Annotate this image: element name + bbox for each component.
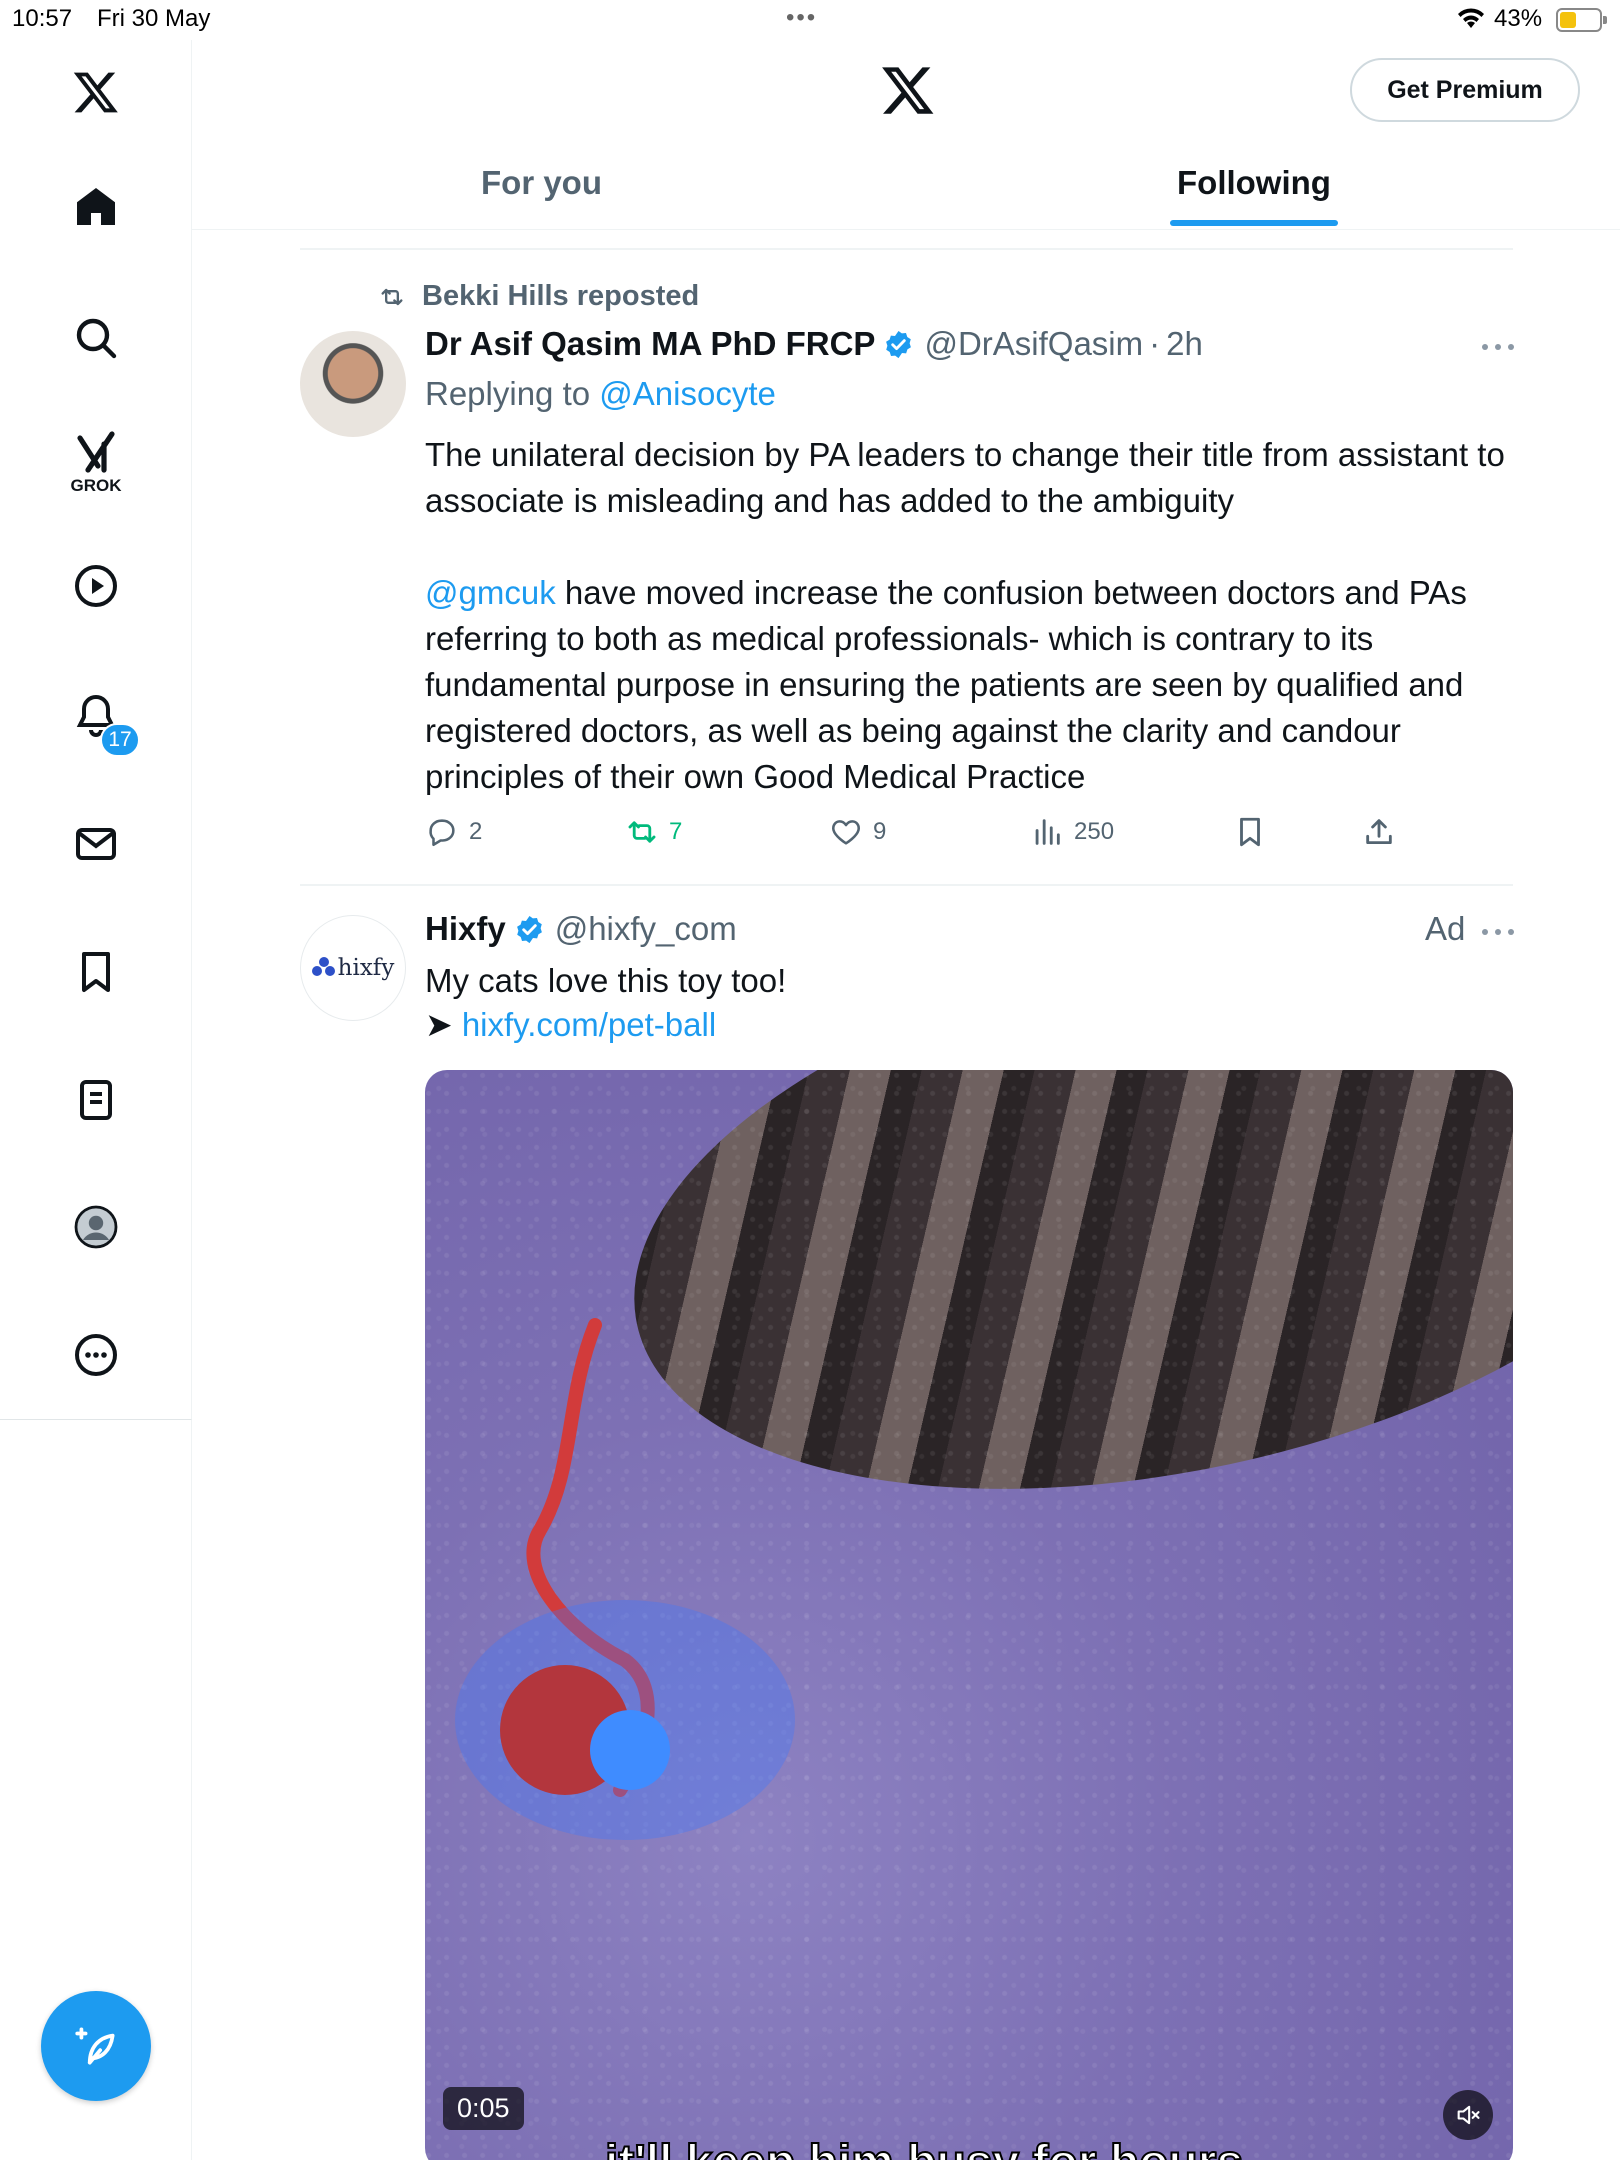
tweet-author-row: Hixfy @hixfy_com bbox=[425, 910, 737, 948]
repost-button[interactable]: 7 bbox=[625, 815, 682, 849]
battery-percentage: 43% bbox=[1494, 5, 1543, 32]
tweet-author-row: Dr Asif Qasim MA PhD FRCP @DrAsifQasim ·… bbox=[425, 325, 1203, 363]
video-caption: it'll keep him busy for hours bbox=[604, 2135, 1244, 2160]
sidebar-divider bbox=[191, 1420, 192, 2160]
share-icon bbox=[1366, 819, 1392, 845]
home-icon[interactable] bbox=[66, 177, 126, 237]
like-button[interactable]: 9 bbox=[829, 815, 886, 849]
tweet-text-body: have moved increase the confusion betwee… bbox=[425, 574, 1476, 795]
replying-to-label: Replying to bbox=[425, 375, 591, 412]
x-header-logo-icon[interactable] bbox=[879, 62, 937, 118]
tweet-text-paragraph-2: @gmcuk have moved increase the confusion… bbox=[425, 570, 1515, 800]
tab-for-you[interactable]: For you bbox=[481, 150, 602, 230]
heart-icon bbox=[832, 820, 860, 845]
hixfy-logo-icon bbox=[311, 957, 336, 979]
status-time: 10:57 bbox=[12, 5, 73, 32]
more-circle-icon[interactable] bbox=[66, 1325, 126, 1385]
views-button[interactable]: 250 bbox=[1030, 815, 1114, 849]
like-count: 9 bbox=[873, 818, 887, 845]
reply-count: 2 bbox=[469, 818, 483, 845]
video-play-icon[interactable] bbox=[66, 556, 126, 616]
repost-icon bbox=[381, 288, 403, 305]
ad-link-row: ➤ hixfy.com/pet-ball bbox=[425, 1005, 716, 1044]
reply-icon bbox=[429, 819, 455, 847]
tab-following[interactable]: Following bbox=[1177, 150, 1331, 230]
video-player[interactable]: 0:05 it'll keep him busy for hours bbox=[425, 1070, 1513, 2160]
bookmark-icon bbox=[1240, 817, 1260, 847]
compose-button[interactable] bbox=[41, 1991, 151, 2101]
messages-envelope-icon[interactable] bbox=[66, 814, 126, 874]
bookmarks-icon[interactable] bbox=[66, 942, 126, 1002]
repost-indicator: Bekki Hills reposted bbox=[376, 280, 699, 313]
tweet-text: My cats love this toy too! bbox=[425, 962, 787, 999]
battery-icon bbox=[1556, 8, 1607, 32]
separator-dot: · bbox=[1149, 325, 1161, 362]
x-logo-icon[interactable] bbox=[66, 62, 126, 122]
active-tab-indicator bbox=[1170, 220, 1338, 226]
compose-feather-icon bbox=[75, 2027, 115, 2065]
verified-badge-icon bbox=[516, 915, 542, 943]
author-name[interactable]: Hixfy bbox=[425, 910, 506, 948]
author-handle[interactable]: @hixfy_com bbox=[555, 910, 737, 948]
tweet-time[interactable]: 2h bbox=[1166, 325, 1203, 363]
profile-icon[interactable] bbox=[66, 1197, 126, 1257]
mention-link[interactable]: @gmcuk bbox=[425, 574, 556, 611]
replying-to-link[interactable]: @Anisocyte bbox=[599, 375, 776, 412]
ad-url-link[interactable]: hixfy.com/pet-ball bbox=[462, 1006, 716, 1043]
ad-label: Ad bbox=[1425, 910, 1466, 947]
repost-by-label: Bekki Hills reposted bbox=[422, 280, 700, 312]
mute-speaker-icon bbox=[1457, 2105, 1480, 2125]
views-chart-icon bbox=[1035, 819, 1060, 845]
repost-count: 7 bbox=[669, 818, 683, 845]
mute-button[interactable] bbox=[1443, 2090, 1493, 2140]
get-premium-button[interactable]: Get Premium bbox=[1350, 58, 1580, 122]
wifi-icon bbox=[1456, 6, 1486, 37]
status-date: Fri 30 May bbox=[97, 5, 211, 32]
author-name[interactable]: Dr Asif Qasim MA PhD FRCP bbox=[425, 325, 875, 363]
feed-divider bbox=[300, 884, 1513, 886]
view-count: 250 bbox=[1074, 818, 1115, 845]
video-time: 0:05 bbox=[443, 2087, 524, 2130]
arrow-icon: ➤ bbox=[425, 1006, 462, 1043]
reply-button[interactable]: 2 bbox=[425, 815, 482, 849]
author-handle[interactable]: @DrAsifQasim bbox=[924, 325, 1143, 363]
notification-count-badge: 17 bbox=[100, 723, 140, 757]
share-button[interactable] bbox=[1362, 815, 1396, 849]
avatar-logo-text: hixfy bbox=[337, 955, 395, 981]
avatar[interactable]: hixfy bbox=[300, 915, 406, 1021]
tweet-text: The unilateral decision by PA leaders to… bbox=[425, 436, 1514, 519]
status-bar: 10:57 Fri 30 May ••• 43% bbox=[0, 0, 1620, 40]
search-icon[interactable] bbox=[66, 308, 126, 368]
replying-to: Replying to @Anisocyte bbox=[425, 375, 776, 413]
timeline-tabs: For you Following bbox=[192, 150, 1620, 230]
avatar[interactable] bbox=[300, 331, 406, 437]
bookmark-button[interactable] bbox=[1233, 815, 1267, 849]
multitasking-dots-icon[interactable]: ••• bbox=[786, 4, 817, 32]
grok-icon[interactable] bbox=[66, 422, 126, 482]
more-options-icon[interactable] bbox=[1480, 926, 1516, 938]
more-options-icon[interactable] bbox=[1480, 341, 1516, 353]
sidebar-nav: GROK 17 bbox=[0, 40, 192, 1420]
feed-divider bbox=[300, 248, 1513, 250]
grok-label: GROK bbox=[70, 476, 122, 495]
repost-icon bbox=[628, 821, 656, 843]
lists-icon[interactable] bbox=[66, 1070, 126, 1130]
verified-badge-icon bbox=[886, 330, 912, 358]
tweet-actions: 2 7 9 250 bbox=[425, 815, 1425, 859]
toy-ball-image bbox=[455, 1318, 795, 1840]
